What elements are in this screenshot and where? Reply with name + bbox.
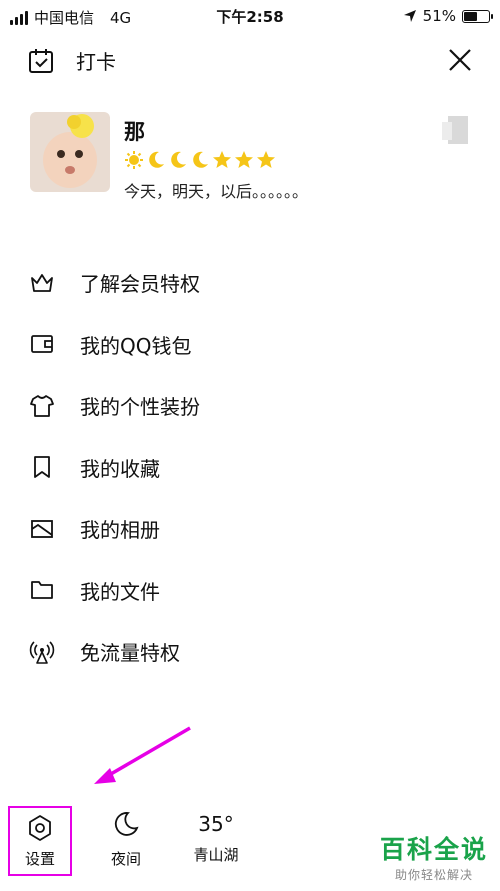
calendar-check-icon [29, 48, 53, 73]
bookmark-icon [28, 453, 56, 481]
settings-button[interactable]: 设置 [8, 806, 72, 876]
location-arrow-icon [403, 10, 416, 22]
menu-item-favorites[interactable]: 我的收藏 [0, 437, 500, 499]
profile-name: 那 [124, 120, 145, 144]
star-icon [213, 151, 231, 168]
menu-item-label: 我的文件 [80, 579, 160, 604]
status-right: 51% [403, 7, 493, 25]
menu-item-label: 了解会员特权 [80, 272, 200, 297]
qr-code-icon[interactable] [440, 112, 470, 148]
crown-icon [28, 269, 56, 297]
menu-item-free-data[interactable]: 免流量特权 [0, 621, 500, 683]
folder-icon [28, 576, 56, 604]
battery-percent: 51% [422, 7, 456, 25]
moon-badge-icon [193, 151, 208, 168]
star-icon [235, 151, 253, 168]
avatar-image [30, 112, 110, 192]
battery-icon [462, 9, 493, 23]
temperature-value: 35° [198, 812, 234, 836]
weather-location: 青山湖 [193, 846, 239, 864]
level-badges [124, 150, 276, 170]
moon-icon [114, 812, 139, 836]
moon-badge-icon [171, 151, 186, 168]
album-icon [28, 515, 56, 543]
menu-item-label: 我的个性装扮 [80, 395, 200, 420]
menu-item-vip[interactable]: 了解会员特权 [0, 252, 500, 314]
settings-label: 设置 [24, 850, 55, 868]
moon-badge-icon [149, 151, 164, 168]
tshirt-icon [28, 392, 56, 420]
signal-tower-icon [28, 638, 56, 666]
status-bar: 中国电信 4G 下午2:58 51% [0, 0, 500, 34]
profile-signature: 今天，明天，以后。。。。。。 [124, 182, 309, 201]
night-mode-label: 夜间 [110, 850, 141, 868]
wallet-icon [28, 330, 56, 358]
close-icon[interactable] [446, 46, 474, 74]
menu-item-label: 我的相册 [80, 518, 160, 543]
sun-icon [125, 151, 143, 169]
watermark-logo: 百科全说 助你轻松解决 [380, 830, 488, 883]
drawer-header: 打卡 [0, 40, 500, 80]
drawer-menu: 了解会员特权 我的QQ钱包 我的个性装扮 我的收藏 我的相册 我的文件 免流量特… [0, 252, 500, 683]
menu-item-theme[interactable]: 我的个性装扮 [0, 375, 500, 437]
menu-item-wallet[interactable]: 我的QQ钱包 [0, 314, 500, 376]
checkin-label: 打卡 [76, 50, 116, 74]
menu-item-label: 我的QQ钱包 [80, 333, 192, 358]
weather-widget[interactable]: 35° 青山湖 [184, 810, 248, 865]
night-mode-button[interactable]: 夜间 [104, 810, 148, 869]
watermark-main: 百科全说 [379, 835, 488, 864]
menu-item-album[interactable]: 我的相册 [0, 498, 500, 560]
star-icon [257, 151, 275, 168]
pointer-arrow-annotation [94, 726, 191, 784]
menu-item-label: 我的收藏 [80, 456, 160, 481]
watermark-sub: 助你轻松解决 [394, 868, 473, 882]
profile-card[interactable]: 那 今天，明天，以后。。。。。。 [30, 112, 470, 201]
checkin-button[interactable]: 打卡 [28, 46, 116, 75]
settings-hex-icon [29, 815, 51, 841]
avatar[interactable] [30, 112, 110, 192]
menu-item-files[interactable]: 我的文件 [0, 560, 500, 622]
menu-item-label: 免流量特权 [80, 641, 180, 666]
